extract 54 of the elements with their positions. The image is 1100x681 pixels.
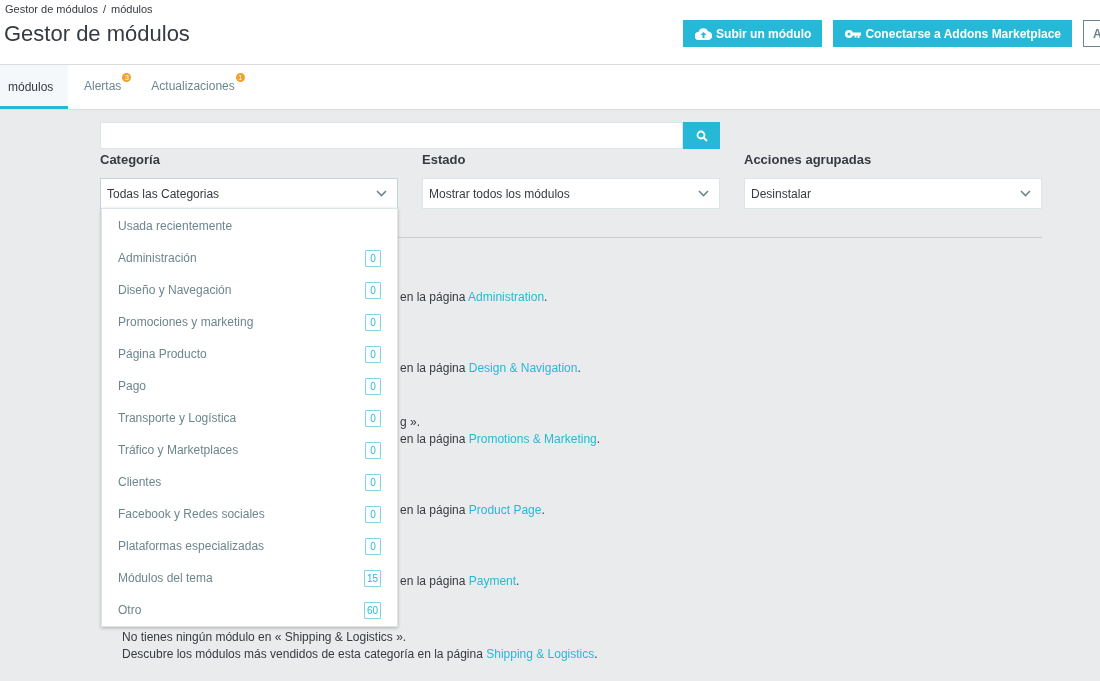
count-badge: 15	[363, 569, 381, 587]
menu-item[interactable]: Plataformas especializadas 0	[102, 530, 397, 562]
count-badge: 0	[365, 281, 381, 299]
breadcrumb-link[interactable]: Gestor de módulos	[5, 3, 98, 17]
key-icon	[845, 28, 862, 39]
breadcrumb-link[interactable]: módulos	[111, 3, 153, 17]
upload-module-button[interactable]: Subir un módulo	[683, 20, 823, 47]
count-badge: 0	[365, 409, 381, 427]
note-text: Descubre los módulos más vendidos de esta categoría en la página Shipping & Logistics.	[122, 646, 599, 663]
count-badge: 0	[365, 441, 381, 459]
cloud-upload-icon	[695, 27, 713, 40]
menu-item[interactable]: Facebook y Redes sociales 0	[102, 498, 397, 530]
menu-item[interactable]: Otro 60	[102, 594, 397, 626]
count-badge: 0	[365, 377, 381, 395]
breadcrumb-separator: /	[102, 3, 106, 17]
menu-item[interactable]: Usada recientemente	[102, 210, 397, 242]
count-badge: 0	[365, 505, 381, 523]
chevron-down-icon	[698, 190, 709, 197]
menu-item[interactable]: Página Producto 0	[102, 338, 397, 370]
search-icon	[695, 129, 708, 142]
chevron-down-icon	[1020, 190, 1031, 197]
filter-label: Estado	[422, 151, 467, 169]
filter-label: Acciones agrupadas	[744, 151, 873, 169]
menu-item[interactable]: Pago 0	[102, 370, 397, 402]
note-text: en la página Payment.	[400, 573, 521, 590]
count-badge: 0	[365, 345, 381, 363]
count-badge: 60	[363, 601, 381, 619]
menu-item[interactable]: Diseño y Navegación 0	[102, 274, 397, 306]
note-text: No tienes ningún módulo en « Shipping & Logistics ».	[122, 629, 408, 646]
tab[interactable]: módulos	[0, 65, 68, 109]
search-field[interactable]	[100, 122, 683, 149]
chevron-down-icon	[376, 190, 387, 197]
count-badge: 0	[365, 537, 381, 555]
note-text: en la página Design & Navigation.	[400, 360, 582, 377]
menu-item[interactable]: Transporte y Logística 0	[102, 402, 397, 434]
note-text: g ».	[400, 414, 421, 431]
select-dropdown[interactable]: Todas las Categorias	[100, 178, 398, 209]
connect-marketplace-button[interactable]: Conectarse a Addons Marketplace	[833, 20, 1072, 47]
note-text: en la página Administration.	[400, 289, 549, 306]
select-dropdown[interactable]: Desinstalar	[744, 178, 1042, 209]
menu-item[interactable]: Promociones y marketing 0	[102, 306, 397, 338]
search-button[interactable]	[683, 122, 720, 149]
page-title: Gestor de módulos	[4, 21, 190, 47]
menu-item[interactable]: Módulos del tema 15	[102, 562, 397, 594]
menu-item[interactable]: Tráfico y Marketplaces 0	[102, 434, 397, 466]
menu-item[interactable]: Clientes 0	[102, 466, 397, 498]
menu-item[interactable]: Administración 0	[102, 242, 397, 274]
select-dropdown[interactable]: Mostrar todos los módulos	[422, 178, 720, 209]
count-badge: 0	[365, 313, 381, 331]
count-badge: 0	[365, 249, 381, 267]
note-text: en la página Promotions & Marketing.	[400, 431, 602, 448]
count-badge: 0	[365, 473, 381, 491]
filter-label: Categoría	[100, 151, 161, 169]
note-text: en la página Product Page.	[400, 502, 546, 519]
